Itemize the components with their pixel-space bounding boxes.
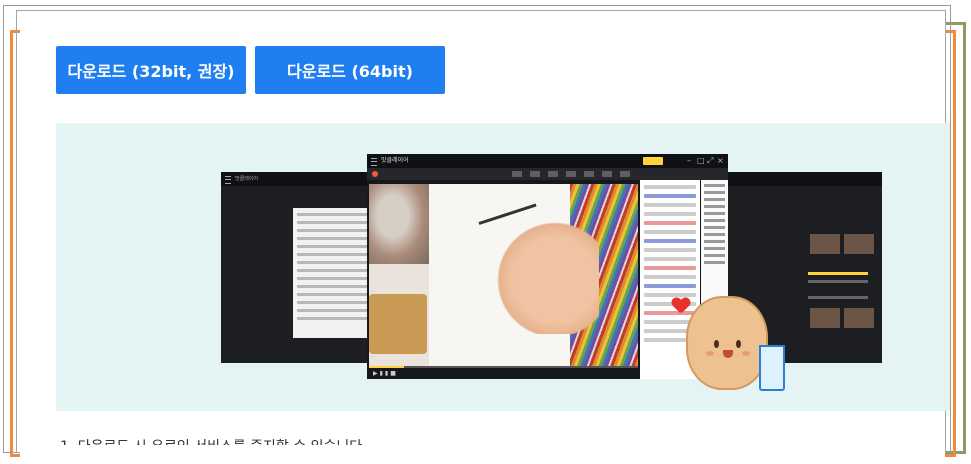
menu-icon <box>225 176 231 184</box>
thumbnail <box>810 308 840 328</box>
settings-dialog <box>293 208 371 338</box>
toolbar <box>367 168 728 180</box>
title-bar <box>728 172 882 186</box>
thumbnail <box>810 234 840 254</box>
thumbnail <box>844 308 874 328</box>
milk-glass-illustration <box>759 345 785 391</box>
player-window-main: 맛클레이어 – □ ⤢ × ▶▮▮■ <box>367 154 728 379</box>
thumbnail <box>844 234 874 254</box>
title-bar: 맛클레이어 <box>221 172 381 186</box>
player-window-left: 맛클레이어 <box>221 172 381 363</box>
playback-controls[interactable]: ▶▮▮■ <box>373 370 398 377</box>
window-title: 맛클레이어 <box>381 157 409 164</box>
close-icon[interactable]: × <box>717 156 724 166</box>
download-64bit-button[interactable]: 다운로드 (64bit) <box>255 46 445 94</box>
play-icon[interactable]: ▶ <box>373 370 380 377</box>
cookie-mascot <box>686 296 768 390</box>
yellow-action-button[interactable] <box>643 157 663 165</box>
menu-icon[interactable] <box>371 158 377 166</box>
seek-bar[interactable] <box>369 366 638 368</box>
heart-icon <box>672 298 688 314</box>
download-32bit-button[interactable]: 다운로드 (32bit, 권장) <box>56 46 246 94</box>
maximize-icon[interactable]: □ <box>697 156 705 166</box>
minimize-icon[interactable]: – <box>687 156 691 166</box>
video-frame[interactable] <box>369 184 638 366</box>
title-bar: 맛클레이어 – □ ⤢ × <box>367 154 728 168</box>
fullscreen-icon[interactable]: ⤢ <box>707 156 713 166</box>
window-title: 맛클레이어 <box>235 176 259 182</box>
toolbar-icons[interactable] <box>512 171 632 177</box>
channel-icon <box>372 171 378 177</box>
